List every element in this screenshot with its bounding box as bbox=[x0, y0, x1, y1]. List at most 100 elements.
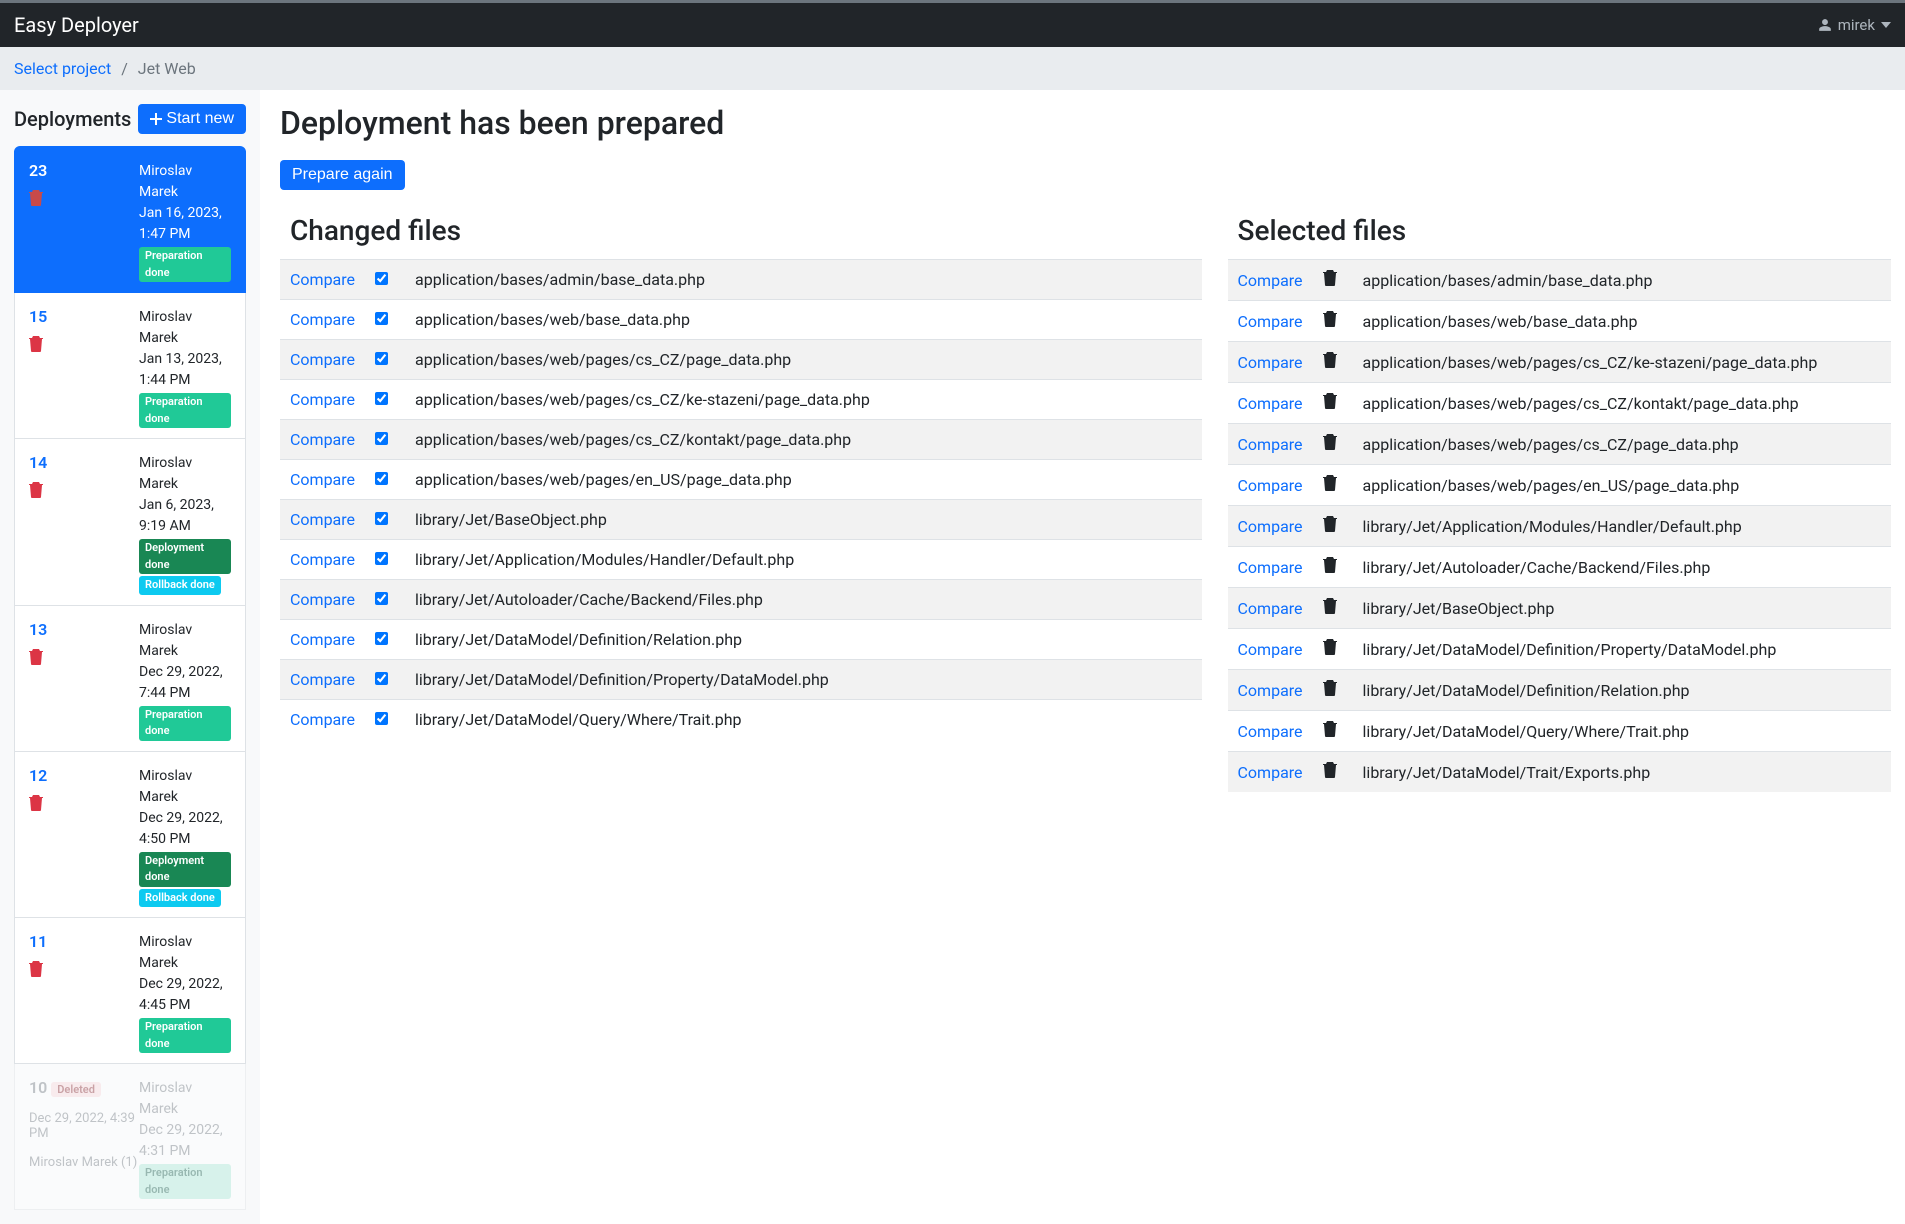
table-row: Comparelibrary/Jet/DataModel/Definition/… bbox=[1228, 629, 1891, 670]
file-path: library/Jet/Application/Modules/Handler/… bbox=[1353, 506, 1891, 547]
deployment-author: Miroslav Marek bbox=[139, 1078, 231, 1120]
file-path: library/Jet/DataModel/Query/Where/Trait.… bbox=[1353, 711, 1891, 752]
compare-link[interactable]: Compare bbox=[1238, 353, 1303, 372]
file-path: library/Jet/Application/Modules/Handler/… bbox=[405, 540, 1202, 580]
app-brand[interactable]: Easy Deployer bbox=[14, 13, 139, 37]
file-path: library/Jet/DataModel/Definition/Relatio… bbox=[1353, 670, 1891, 711]
compare-link[interactable]: Compare bbox=[290, 510, 355, 529]
file-path: library/Jet/DataModel/Trait/Exports.php bbox=[1353, 752, 1891, 793]
file-path: application/bases/web/pages/en_US/page_d… bbox=[405, 460, 1202, 500]
plus-icon bbox=[150, 113, 162, 125]
compare-link[interactable]: Compare bbox=[1238, 681, 1303, 700]
file-checkbox[interactable] bbox=[375, 432, 388, 445]
compare-link[interactable]: Compare bbox=[290, 350, 355, 369]
compare-link[interactable]: Compare bbox=[1238, 435, 1303, 454]
compare-link[interactable]: Compare bbox=[290, 390, 355, 409]
compare-link[interactable]: Compare bbox=[290, 430, 355, 449]
prepare-again-button[interactable]: Prepare again bbox=[280, 160, 405, 190]
compare-link[interactable]: Compare bbox=[1238, 640, 1303, 659]
file-checkbox[interactable] bbox=[375, 472, 388, 485]
delete-icon[interactable] bbox=[29, 795, 43, 811]
compare-link[interactable]: Compare bbox=[1238, 312, 1303, 331]
start-new-button[interactable]: Start new bbox=[138, 104, 246, 134]
deployment-number: 13 bbox=[29, 620, 139, 639]
remove-icon[interactable] bbox=[1323, 271, 1337, 290]
delete-icon[interactable] bbox=[29, 336, 43, 352]
compare-link[interactable]: Compare bbox=[1238, 558, 1303, 577]
delete-icon[interactable] bbox=[29, 961, 43, 977]
status-badge: Preparation done bbox=[139, 393, 231, 428]
deployment-author: Miroslav Marek bbox=[139, 161, 231, 203]
compare-link[interactable]: Compare bbox=[1238, 599, 1303, 618]
file-path: application/bases/web/pages/cs_CZ/kontak… bbox=[1353, 383, 1891, 424]
user-icon bbox=[1818, 18, 1832, 32]
compare-link[interactable]: Compare bbox=[290, 670, 355, 689]
compare-link[interactable]: Compare bbox=[290, 710, 355, 729]
status-badge: Rollback done bbox=[139, 889, 221, 908]
deployment-item[interactable]: 12Miroslav MarekDec 29, 2022, 4:50 PMDep… bbox=[14, 752, 246, 919]
delete-icon[interactable] bbox=[29, 482, 43, 498]
remove-icon[interactable] bbox=[1323, 435, 1337, 454]
compare-link[interactable]: Compare bbox=[1238, 517, 1303, 536]
remove-icon[interactable] bbox=[1323, 763, 1337, 782]
delete-icon[interactable] bbox=[29, 649, 43, 665]
file-checkbox[interactable] bbox=[375, 352, 388, 365]
deployment-date: Jan 13, 2023, 1:44 PM bbox=[139, 349, 231, 391]
breadcrumb: Select project / Jet Web bbox=[0, 47, 1905, 90]
delete-icon[interactable] bbox=[29, 190, 43, 206]
table-row: Comparelibrary/Jet/DataModel/Definition/… bbox=[280, 660, 1202, 700]
file-checkbox[interactable] bbox=[375, 272, 388, 285]
file-path: library/Jet/Autoloader/Cache/Backend/Fil… bbox=[405, 580, 1202, 620]
file-path: application/bases/web/base_data.php bbox=[405, 300, 1202, 340]
remove-icon[interactable] bbox=[1323, 599, 1337, 618]
file-checkbox[interactable] bbox=[375, 712, 388, 725]
table-row: Compare library/Jet/Application/Modules/H… bbox=[280, 540, 1202, 580]
deployment-date: Dec 29, 2022, 4:50 PM bbox=[139, 808, 231, 850]
compare-link[interactable]: Compare bbox=[1238, 394, 1303, 413]
compare-link[interactable]: Compare bbox=[290, 310, 355, 329]
compare-link[interactable]: Compare bbox=[290, 630, 355, 649]
deployment-date: Dec 29, 2022, 4:31 PM bbox=[139, 1120, 231, 1162]
file-checkbox[interactable] bbox=[375, 312, 388, 325]
table-row: Comparelibrary/Jet/DataModel/Definition/… bbox=[280, 620, 1202, 660]
file-checkbox[interactable] bbox=[375, 672, 388, 685]
compare-link[interactable]: Compare bbox=[1238, 763, 1303, 782]
remove-icon[interactable] bbox=[1323, 558, 1337, 577]
file-path: application/bases/web/pages/cs_CZ/kontak… bbox=[405, 420, 1202, 460]
file-checkbox[interactable] bbox=[375, 632, 388, 645]
deployment-item[interactable]: 14Miroslav MarekJan 6, 2023, 9:19 AMDepl… bbox=[14, 439, 246, 606]
file-checkbox[interactable] bbox=[375, 392, 388, 405]
remove-icon[interactable] bbox=[1323, 681, 1337, 700]
compare-link[interactable]: Compare bbox=[1238, 722, 1303, 741]
remove-icon[interactable] bbox=[1323, 312, 1337, 331]
compare-link[interactable]: Compare bbox=[290, 590, 355, 609]
compare-link[interactable]: Compare bbox=[290, 550, 355, 569]
table-row: Compare library/Jet/DataModel/Query/Where… bbox=[1228, 711, 1891, 752]
deployment-item[interactable]: 23Miroslav MarekJan 16, 2023, 1:47 PMPre… bbox=[14, 146, 246, 293]
deployment-item[interactable]: 13Miroslav MarekDec 29, 2022, 7:44 PMPre… bbox=[14, 606, 246, 752]
deployment-item[interactable]: 11Miroslav MarekDec 29, 2022, 4:45 PMPre… bbox=[14, 918, 246, 1064]
remove-icon[interactable] bbox=[1323, 476, 1337, 495]
file-path: application/bases/web/pages/cs_CZ/ke-sta… bbox=[405, 380, 1202, 420]
breadcrumb-link[interactable]: Select project bbox=[14, 59, 111, 78]
deployment-item-deleted[interactable]: 10 DeletedDec 29, 2022, 4:39 PMMiroslav … bbox=[14, 1064, 246, 1210]
remove-icon[interactable] bbox=[1323, 640, 1337, 659]
file-checkbox[interactable] bbox=[375, 592, 388, 605]
deployment-item[interactable]: 15Miroslav MarekJan 13, 2023, 1:44 PMPre… bbox=[14, 293, 246, 439]
file-checkbox[interactable] bbox=[375, 552, 388, 565]
table-row: Compare application/bases/web/pages/cs_CZ… bbox=[280, 380, 1202, 420]
user-name: mirek bbox=[1838, 16, 1875, 34]
breadcrumb-current: Jet Web bbox=[138, 59, 196, 78]
remove-icon[interactable] bbox=[1323, 353, 1337, 372]
compare-link[interactable]: Compare bbox=[290, 470, 355, 489]
compare-link[interactable]: Compare bbox=[290, 270, 355, 289]
compare-link[interactable]: Compare bbox=[1238, 476, 1303, 495]
user-menu[interactable]: mirek bbox=[1818, 16, 1891, 34]
compare-link[interactable]: Compare bbox=[1238, 271, 1303, 290]
table-row: Comparelibrary/Jet/BaseObject.php bbox=[280, 500, 1202, 540]
remove-icon[interactable] bbox=[1323, 722, 1337, 741]
file-checkbox[interactable] bbox=[375, 512, 388, 525]
remove-icon[interactable] bbox=[1323, 394, 1337, 413]
table-row: Comparelibrary/Jet/DataModel/Query/Where… bbox=[280, 700, 1202, 740]
remove-icon[interactable] bbox=[1323, 517, 1337, 536]
